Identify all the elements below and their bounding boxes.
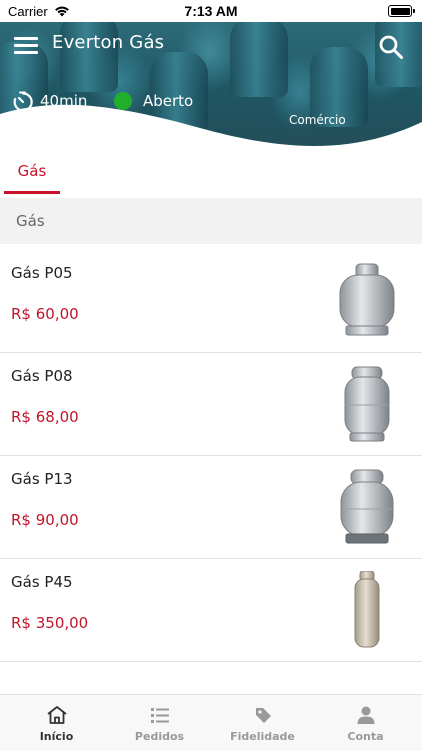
store-category: Comércio bbox=[289, 113, 346, 127]
nav-item-conta[interactable]: Conta bbox=[313, 695, 418, 751]
battery-icon bbox=[388, 5, 415, 17]
product-name: Gás P08 bbox=[11, 367, 73, 385]
list-item[interactable]: Gás P45 R$ 350,00 bbox=[0, 559, 422, 662]
product-name: Gás P45 bbox=[11, 573, 73, 591]
carrier-label: Carrier bbox=[8, 3, 48, 19]
product-price: R$ 90,00 bbox=[11, 511, 79, 529]
list-item[interactable]: Gás P13 R$ 90,00 bbox=[0, 456, 422, 559]
store-title: Everton Gás bbox=[52, 32, 165, 53]
active-tab-indicator bbox=[4, 191, 60, 194]
product-name: Gás P13 bbox=[11, 470, 73, 488]
stopwatch-icon bbox=[13, 91, 33, 112]
product-price: R$ 60,00 bbox=[11, 305, 79, 323]
section-header: Gás bbox=[0, 198, 422, 244]
nav-label: Pedidos bbox=[134, 730, 185, 743]
nav-label: Conta bbox=[347, 730, 384, 743]
product-price: R$ 350,00 bbox=[11, 614, 89, 632]
nav-label: Início bbox=[39, 730, 74, 743]
gas-cylinder-image bbox=[354, 571, 380, 648]
open-status-icon bbox=[114, 92, 132, 110]
wifi-icon bbox=[54, 6, 69, 17]
search-icon[interactable] bbox=[378, 34, 404, 60]
nav-item-fidelidade[interactable]: Fidelidade bbox=[210, 695, 315, 751]
store-header: Everton Gás 40min Aberto Comércio bbox=[0, 22, 422, 156]
open-status-label: Aberto bbox=[143, 92, 194, 110]
list-item[interactable]: Gás P05 R$ 60,00 bbox=[0, 250, 422, 353]
tab-gas[interactable]: Gás bbox=[4, 156, 60, 194]
product-name: Gás P05 bbox=[11, 264, 73, 282]
home-icon bbox=[47, 706, 67, 724]
category-tabs: Gás bbox=[0, 156, 422, 198]
status-bar: Carrier 7:13 AM bbox=[0, 0, 422, 22]
delivery-time: 40min bbox=[40, 92, 88, 110]
background-cylinder bbox=[230, 22, 288, 97]
bottom-navigation: Início Pedidos Fidelidade Conta bbox=[0, 694, 422, 751]
hamburger-menu-icon[interactable] bbox=[14, 37, 38, 55]
section-title: Gás bbox=[16, 212, 45, 230]
nav-item-pedidos[interactable]: Pedidos bbox=[107, 695, 212, 751]
list-item[interactable]: Gás P08 R$ 68,00 bbox=[0, 353, 422, 456]
nav-label: Fidelidade bbox=[230, 730, 295, 743]
product-list: Gás P05 R$ 60,00 Gás P08 R$ 68,00 Gás P1… bbox=[0, 250, 422, 662]
gas-cylinder-image bbox=[339, 263, 395, 336]
orders-list-icon bbox=[151, 708, 169, 723]
nav-item-inicio[interactable]: Início bbox=[4, 695, 109, 751]
product-price: R$ 68,00 bbox=[11, 408, 79, 426]
user-icon bbox=[357, 706, 375, 724]
gas-cylinder-image bbox=[340, 469, 394, 544]
tab-label: Gás bbox=[17, 162, 47, 180]
gas-cylinder-image bbox=[344, 366, 390, 442]
loyalty-tag-icon bbox=[256, 708, 271, 723]
